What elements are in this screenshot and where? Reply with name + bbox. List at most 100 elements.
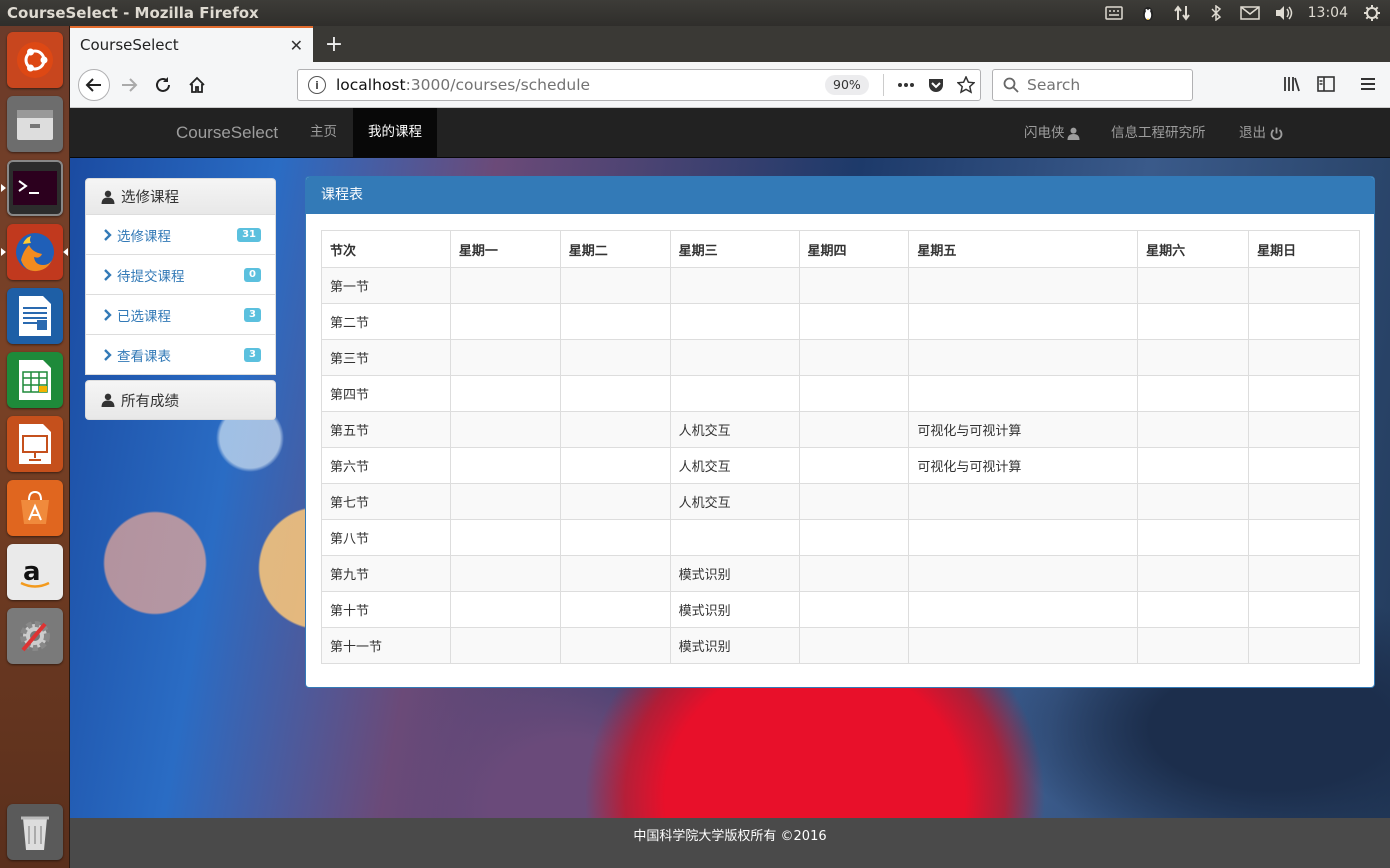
reload-button[interactable] <box>148 70 178 100</box>
period-cell: 第三节 <box>321 339 451 376</box>
url-separator <box>883 74 884 96</box>
table-row: 第十一节 模式识别 <box>321 627 1360 664</box>
system-tray: 13:04 <box>1104 4 1390 22</box>
course-cell <box>449 267 561 304</box>
trash-icon[interactable] <box>7 804 63 860</box>
chevron-right-icon <box>104 348 112 361</box>
browser-tab-strip: CourseSelect ✕ + <box>70 26 1390 62</box>
window-title: CourseSelect - Mozilla Firefox <box>7 4 259 22</box>
library-button[interactable] <box>1278 70 1306 98</box>
table-row: 第一节 <box>321 267 1360 304</box>
forward-button[interactable] <box>114 70 144 100</box>
course-cell <box>559 519 671 556</box>
network-icon[interactable] <box>1172 4 1192 22</box>
table-row: 第十节 模式识别 <box>321 591 1360 628</box>
column-header: 星期日 <box>1248 230 1360 268</box>
bluetooth-icon[interactable] <box>1206 4 1226 22</box>
search-box[interactable]: Search <box>992 69 1193 101</box>
course-cell <box>908 591 1139 628</box>
nav-logout[interactable]: 退出 <box>1239 108 1283 158</box>
amazon-icon[interactable]: a <box>7 544 63 600</box>
course-cell <box>449 483 561 520</box>
nav-user[interactable]: 闪电侠 <box>1024 108 1080 158</box>
url-text[interactable]: localhost:3000/courses/schedule <box>336 76 590 94</box>
nav-my-courses[interactable]: 我的课程 <box>353 108 437 158</box>
url-path: :3000/courses/schedule <box>405 76 591 94</box>
period-cell: 第七节 <box>321 483 451 520</box>
schedule-table: 节次 星期一 星期二 星期三 星期四 星期五 星期六 星期日 第一节 第二节 第三节 第四节 第五节人… <box>321 230 1360 664</box>
sidebar-section-grades[interactable]: 所有成绩 <box>85 380 276 420</box>
course-cell: 人机交互 <box>669 483 800 520</box>
course-cell <box>449 411 561 448</box>
power-settings-icon[interactable] <box>1362 4 1382 22</box>
new-tab-button[interactable]: + <box>320 30 348 58</box>
course-cell <box>1137 303 1250 340</box>
sidebar-item-pending[interactable]: 待提交课程 0 <box>85 255 276 295</box>
files-icon[interactable] <box>7 96 63 152</box>
calc-icon[interactable] <box>7 352 63 408</box>
tux-icon[interactable] <box>1138 4 1158 22</box>
course-cell <box>908 339 1139 376</box>
software-center-icon[interactable] <box>7 480 63 536</box>
column-header: 节次 <box>321 230 451 268</box>
user-name: 闪电侠 <box>1024 125 1065 141</box>
course-cell <box>559 303 671 340</box>
menu-button[interactable] <box>1354 70 1382 98</box>
course-cell <box>559 267 671 304</box>
course-cell <box>1248 483 1360 520</box>
course-cell: 人机交互 <box>669 447 800 484</box>
course-cell <box>1248 303 1360 340</box>
impress-icon[interactable] <box>7 416 63 472</box>
sidebar-section-electives[interactable]: 选修课程 <box>85 178 276 215</box>
page-actions-icon[interactable] <box>895 74 917 96</box>
course-cell <box>798 339 910 376</box>
course-cell <box>669 267 800 304</box>
keyboard-icon[interactable] <box>1104 4 1124 22</box>
course-cell <box>908 267 1139 304</box>
course-cell <box>449 519 561 556</box>
firefox-icon[interactable] <box>7 224 63 280</box>
course-cell <box>669 339 800 376</box>
home-button[interactable] <box>182 70 212 100</box>
volume-icon[interactable] <box>1274 4 1294 22</box>
launcher-running-indicator <box>1 184 6 192</box>
url-bar[interactable]: i localhost:3000/courses/schedule 90% <box>297 69 981 101</box>
pocket-icon[interactable] <box>925 74 947 96</box>
close-tab-icon[interactable]: ✕ <box>290 36 303 55</box>
column-header: 星期四 <box>798 230 910 268</box>
site-navbar: CourseSelect 主页 我的课程 闪电侠 信息工程研究所 退出 <box>70 108 1390 158</box>
mail-icon[interactable] <box>1239 4 1260 22</box>
sidebar-item-selected[interactable]: 已选课程 3 <box>85 295 276 335</box>
course-cell <box>449 303 561 340</box>
terminal-icon[interactable] <box>7 160 63 216</box>
sidebar-toggle-button[interactable] <box>1312 70 1340 98</box>
writer-icon[interactable] <box>7 288 63 344</box>
sidebar-item-label: 已选课程 <box>117 308 171 325</box>
schedule-panel: 课程表 节次 星期一 星期二 星期三 星期四 星期五 星期六 星期日 第一节 第二节 第三节 第四节… <box>305 176 1375 688</box>
ubuntu-dash-icon[interactable] <box>7 32 63 88</box>
site-info-icon[interactable]: i <box>308 76 326 94</box>
period-cell: 第九节 <box>321 555 451 592</box>
bookmark-star-icon[interactable] <box>955 74 977 96</box>
nav-institute[interactable]: 信息工程研究所 <box>1111 108 1206 158</box>
period-cell: 第一节 <box>321 267 451 304</box>
sidebar-item-electives[interactable]: 选修课程 31 <box>85 215 276 255</box>
nav-home[interactable]: 主页 <box>295 108 352 158</box>
clock[interactable]: 13:04 <box>1308 5 1348 21</box>
course-cell <box>449 375 561 412</box>
course-cell: 可视化与可视计算 <box>908 411 1139 448</box>
sidebar-item-schedule[interactable]: 查看课表 3 <box>85 335 276 375</box>
browser-tab[interactable]: CourseSelect ✕ <box>70 26 313 62</box>
course-cell: 人机交互 <box>669 411 800 448</box>
sidebar-item-label: 查看课表 <box>117 348 171 365</box>
column-header: 星期三 <box>669 230 800 268</box>
back-button[interactable] <box>78 69 110 101</box>
site-brand[interactable]: CourseSelect <box>176 123 278 143</box>
reload-icon <box>156 77 170 92</box>
course-cell <box>559 555 671 592</box>
zoom-indicator[interactable]: 90% <box>825 75 869 95</box>
table-row: 第四节 <box>321 375 1360 412</box>
system-settings-icon[interactable] <box>7 608 63 664</box>
web-page: CourseSelect 主页 我的课程 闪电侠 信息工程研究所 退出 选修课程… <box>70 108 1390 868</box>
course-cell: 可视化与可视计算 <box>908 447 1139 484</box>
